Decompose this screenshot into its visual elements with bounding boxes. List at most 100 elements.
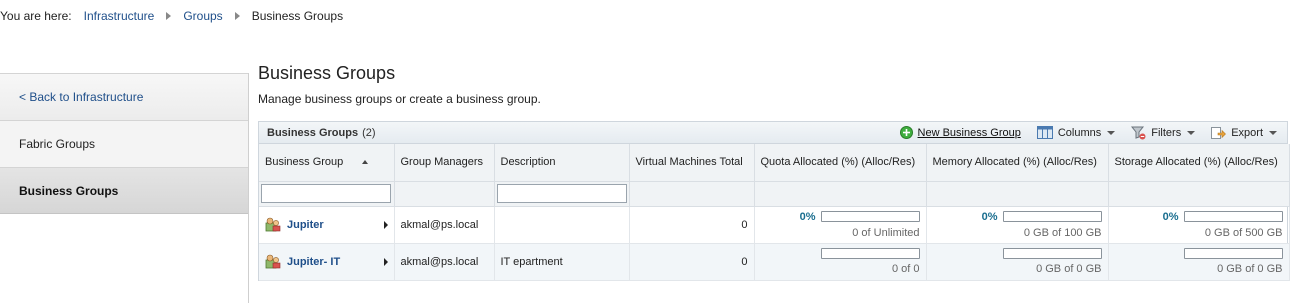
filter-cell (1108, 181, 1290, 207)
memory-percent: 0% (981, 210, 998, 223)
chevron-right-icon (166, 12, 172, 20)
sidebar: < Back to Infrastructure Fabric Groups B… (0, 73, 249, 303)
description-filter-input[interactable] (496, 184, 627, 203)
export-label: Export (1231, 126, 1263, 139)
sort-ascending-icon (362, 159, 369, 164)
sidebar-item-label: Business Groups (19, 183, 119, 198)
vm-total-cell: 0 (629, 243, 755, 281)
business-group-icon (265, 217, 281, 232)
breadcrumb-link-groups[interactable]: Groups (183, 9, 222, 23)
storage-progress-bar (1183, 248, 1283, 259)
chevron-down-icon (1187, 130, 1196, 135)
breadcrumb-link-infrastructure[interactable]: Infrastructure (84, 9, 155, 23)
column-header-label: Storage Allocated (%) (Alloc/Res) (1114, 155, 1278, 168)
filter-icon (1131, 126, 1146, 139)
vm-total-cell: 0 (629, 206, 755, 244)
memory-cell: 0% 0 GB of 100 GB (926, 206, 1109, 244)
columns-icon (1036, 126, 1053, 139)
column-header-group-managers[interactable]: Group Managers (394, 144, 495, 182)
columns-button[interactable]: Columns (1036, 126, 1116, 139)
group-managers-cell: akmal@ps.local (394, 243, 495, 281)
add-circle-icon (899, 126, 913, 139)
sidebar-item-label: Fabric Groups (19, 137, 96, 151)
column-header-label: Description (500, 155, 556, 168)
table-row[interactable]: Jupiter- IT akmal@ps.local IT epartment … (259, 243, 1290, 281)
column-header-business-group[interactable]: Business Group (259, 144, 395, 182)
filter-cell (754, 181, 927, 207)
storage-percent: 0% (1162, 210, 1179, 223)
grid-count: (2) (362, 126, 376, 139)
table-row[interactable]: Jupiter akmal@ps.local 0 0% 0 of Unlimit… (259, 206, 1290, 244)
page-title: Business Groups (258, 63, 396, 83)
expand-arrow-icon[interactable] (383, 220, 388, 229)
group-managers-cell: akmal@ps.local (394, 206, 495, 244)
column-header-storage[interactable]: Storage Allocated (%) (Alloc/Res) (1108, 144, 1290, 182)
quota-cell: 0 of 0 (754, 243, 927, 281)
description-cell (494, 206, 630, 244)
sidebar-item-label: < Back to Infrastructure (19, 90, 144, 104)
memory-progress-bar (1002, 211, 1102, 222)
storage-cell: 0 GB of 0 GB (1108, 243, 1290, 281)
toolbar-actions: New Business Group Columns Filters Expor… (899, 122, 1287, 143)
table-header-row: Business Group Group Managers Descriptio… (259, 144, 1290, 182)
sidebar-item-business-groups[interactable]: Business Groups (0, 167, 248, 214)
column-header-label: Quota Allocated (%) (Alloc/Res) (760, 155, 916, 168)
filter-row (259, 181, 1290, 207)
quota-caption: 0 of Unlimited (852, 226, 920, 239)
breadcrumb-current: Business Groups (251, 9, 344, 23)
filter-cell (629, 181, 755, 207)
chevron-down-icon (1269, 130, 1277, 135)
column-header-memory[interactable]: Memory Allocated (%) (Alloc/Res) (926, 144, 1109, 182)
storage-progress-bar (1183, 211, 1283, 222)
quota-cell: 0% 0 of Unlimited (754, 206, 927, 244)
business-group-link[interactable]: Jupiter- IT (287, 256, 340, 268)
new-business-group-button[interactable]: New Business Group (899, 126, 1021, 139)
quota-caption: 0 of 0 (891, 263, 920, 275)
sidebar-item-fabric-groups[interactable]: Fabric Groups (0, 120, 248, 167)
column-header-vm-total[interactable]: Virtual Machines Total (629, 144, 755, 182)
storage-cell: 0% 0 GB of 500 GB (1108, 206, 1290, 244)
memory-caption: 0 GB of 0 GB (1036, 263, 1102, 275)
column-header-quota[interactable]: Quota Allocated (%) (Alloc/Res) (754, 144, 927, 182)
business-group-cell: Jupiter- IT (259, 243, 395, 281)
business-group-link[interactable]: Jupiter (287, 219, 324, 231)
business-groups-grid: Business Groups (2) New Business Group C… (258, 121, 1290, 281)
column-header-label: Memory Allocated (%) (Alloc/Res) (932, 155, 1097, 168)
storage-caption: 0 GB of 500 GB (1204, 226, 1283, 239)
business-group-cell: Jupiter (259, 206, 395, 244)
column-header-description[interactable]: Description (494, 144, 630, 182)
description-cell: IT epartment (494, 243, 630, 281)
quota-progress-bar (820, 248, 920, 259)
memory-progress-bar (1002, 248, 1102, 259)
breadcrumb: You are here: Infrastructure Groups Busi… (0, 8, 343, 24)
chevron-down-icon (1107, 130, 1116, 135)
quota-percent: 0% (799, 210, 816, 223)
storage-caption: 0 GB of 0 GB (1217, 263, 1283, 275)
column-header-label: Virtual Machines Total (635, 155, 743, 168)
new-business-group-label: New Business Group (917, 126, 1021, 139)
export-icon (1211, 126, 1227, 139)
column-header-label: Group Managers (400, 155, 484, 168)
filter-cell (259, 181, 395, 207)
sidebar-item-back-to-infrastructure[interactable]: < Back to Infrastructure (0, 73, 248, 120)
columns-label: Columns (1057, 126, 1102, 139)
filter-cell (926, 181, 1109, 207)
breadcrumb-prefix: You are here: (0, 9, 72, 23)
quota-progress-bar (820, 211, 920, 222)
business-group-icon (265, 254, 281, 269)
business-group-filter-input[interactable] (261, 184, 391, 203)
expand-arrow-icon[interactable] (383, 257, 388, 266)
filters-button[interactable]: Filters (1131, 126, 1196, 140)
filter-cell (394, 181, 495, 207)
page-subtitle: Manage business groups or create a busin… (258, 92, 541, 106)
grid-toolbar: Business Groups (2) New Business Group C… (259, 122, 1287, 144)
grid-title: Business Groups (267, 126, 359, 139)
filter-cell (494, 181, 630, 207)
business-groups-table: Business Group Group Managers Descriptio… (259, 144, 1290, 281)
column-header-label: Business Group (265, 155, 344, 168)
chevron-right-icon (234, 12, 240, 20)
export-button[interactable]: Export (1211, 126, 1277, 140)
filters-label: Filters (1151, 126, 1182, 139)
memory-cell: 0 GB of 0 GB (926, 243, 1109, 281)
memory-caption: 0 GB of 100 GB (1023, 226, 1102, 239)
